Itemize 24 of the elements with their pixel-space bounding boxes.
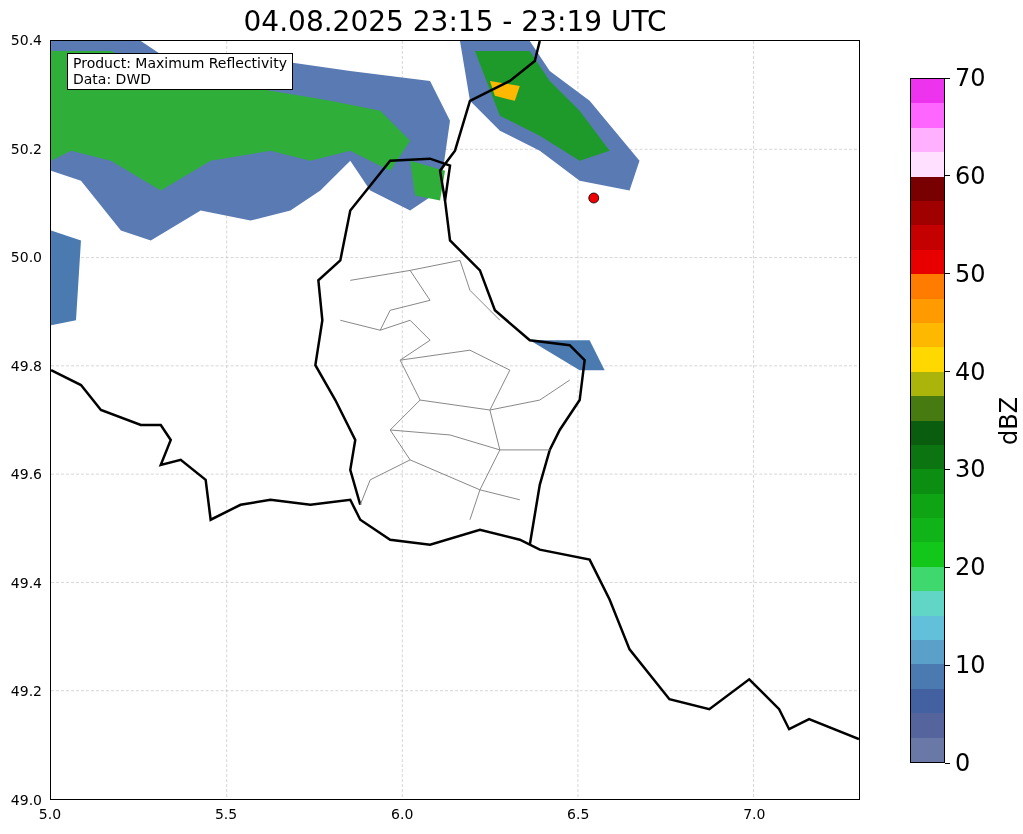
colorbar-tick-label: 30 — [955, 456, 986, 483]
colorbar-tick-label: 70 — [955, 65, 986, 91]
y-tick-label: 49.4 — [10, 574, 42, 591]
x-tick-label: 6.0 — [391, 806, 414, 822]
colorbar-tick-label: 60 — [955, 162, 986, 189]
x-tick-label: 5.0 — [38, 806, 62, 822]
x-tick-label: 6.5 — [567, 806, 590, 822]
info-box: Product: Maximum Reflectivity Data: DWD — [67, 53, 293, 90]
colorbar-tick-label: 0 — [955, 750, 971, 776]
colorbar-tick-label: 40 — [955, 358, 986, 385]
x-tick-label: 7.0 — [743, 806, 766, 822]
y-tick-label: 50.4 — [10, 32, 42, 48]
y-tick-label: 50.0 — [10, 249, 42, 266]
y-tick-label: 50.2 — [10, 140, 42, 157]
y-tick-label: 49.8 — [10, 357, 42, 374]
chart-title: 04.08.2025 23:15 - 23:19 UTC — [243, 4, 667, 40]
colorbar-tick-label: 20 — [955, 554, 986, 581]
colorbar-tick-label: 50 — [955, 260, 986, 287]
y-tick-label: 49.2 — [10, 683, 42, 700]
colorbar-tick-label: 10 — [955, 652, 986, 679]
y-tick-label: 49.6 — [10, 466, 42, 483]
x-tick-label: 5.5 — [214, 806, 238, 822]
colorbar-label: dBZ — [995, 396, 1023, 445]
y-tick-label: 49.0 — [10, 792, 42, 808]
